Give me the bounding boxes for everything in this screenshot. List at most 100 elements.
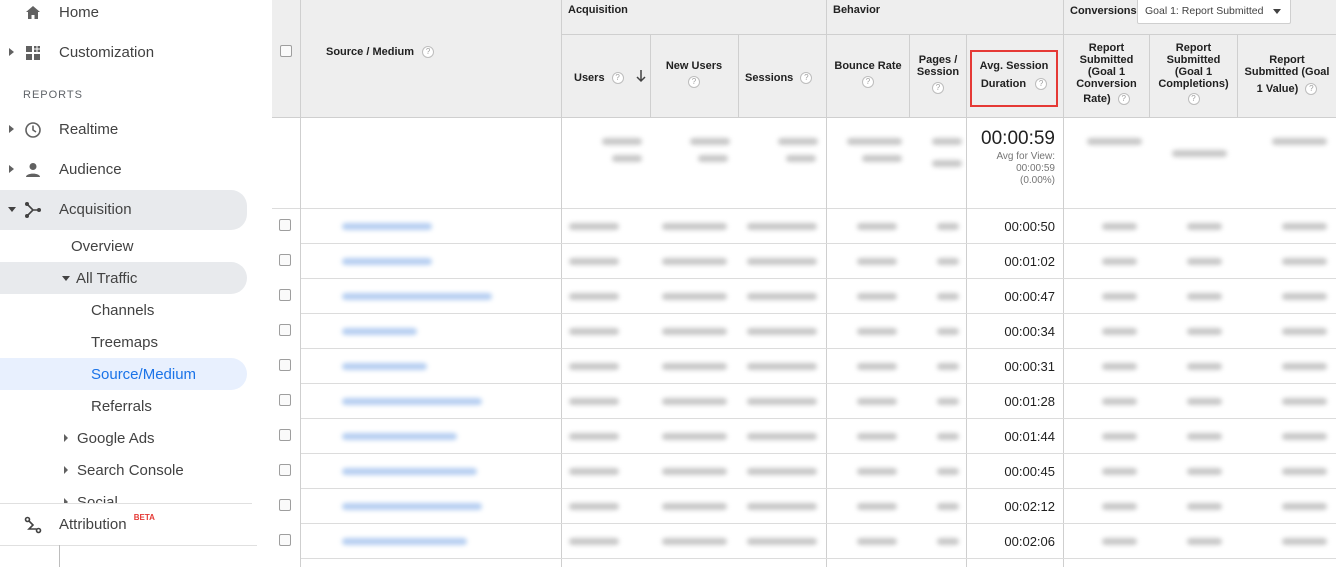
redacted-source-link[interactable] (342, 223, 432, 230)
col-header-conv-line4: Conversion (1076, 78, 1137, 90)
redacted-value (1102, 433, 1137, 440)
redacted-value (1187, 363, 1222, 370)
col-header-comp-line1: Report (1175, 42, 1212, 54)
nav-treemaps[interactable]: Treemaps (91, 326, 158, 358)
sort-descending-icon[interactable] (636, 69, 646, 83)
table-row[interactable]: 00:00:31 (272, 349, 1336, 384)
nav-google-ads[interactable]: Google Ads (64, 422, 155, 454)
help-icon[interactable]: ? (611, 72, 624, 85)
nav-customization[interactable]: Customization (0, 37, 272, 69)
redacted-value (1282, 538, 1327, 545)
help-icon[interactable]: ? (688, 76, 700, 88)
redacted-value (1187, 468, 1222, 475)
redacted-source-link[interactable] (342, 503, 482, 510)
table-row[interactable]: 00:00:45 (272, 454, 1336, 489)
help-icon[interactable]: ? (800, 72, 813, 85)
nav-audience[interactable]: Audience (0, 154, 272, 186)
col-header-conv-line5: Rate) (1083, 93, 1111, 105)
nav-acquisition[interactable]: Acquisition (0, 194, 247, 226)
nav-overview[interactable]: Overview (71, 230, 134, 262)
redacted-source-link[interactable] (342, 538, 467, 545)
help-icon[interactable]: ? (422, 46, 435, 59)
row-avg-session-duration: 00:00:31 (1004, 359, 1055, 374)
help-icon[interactable]: ? (862, 76, 874, 88)
help-icon[interactable]: ? (1187, 93, 1200, 105)
totals-avg-for-view-pct: (0.00%) (1019, 175, 1055, 186)
redacted-source-link[interactable] (342, 468, 477, 475)
row-checkbox[interactable] (279, 359, 291, 371)
col-header-conversion-rate[interactable]: Report Submitted (Goal 1 Conversion Rate… (1064, 42, 1149, 106)
chevron-down-icon (1273, 9, 1281, 14)
col-header-pages-session[interactable]: Pages / Session ? (910, 54, 966, 94)
redacted-value (1187, 258, 1222, 265)
nav-social[interactable]: Social (64, 486, 118, 504)
table-row[interactable]: 00:00:47 (272, 279, 1336, 314)
table-row[interactable]: 00:01:28 (272, 384, 1336, 419)
col-header-bounce-rate[interactable]: Bounce Rate ? (827, 60, 909, 88)
redacted-source-link[interactable] (342, 293, 492, 300)
row-checkbox[interactable] (279, 534, 291, 546)
totals-row (272, 118, 1336, 208)
help-icon[interactable]: ? (1117, 93, 1130, 106)
col-header-conv-line2: Submitted (1079, 54, 1134, 66)
row-checkbox[interactable] (279, 464, 291, 476)
col-header-users[interactable]: Users ? (574, 72, 624, 85)
col-header-source-medium[interactable]: Source / Medium ? (326, 46, 435, 59)
nav-source-medium[interactable]: Source/Medium (91, 358, 196, 390)
nav-home[interactable]: Home (0, 0, 272, 29)
redacted-value (937, 503, 959, 510)
col-header-sessions[interactable]: Sessions ? (745, 72, 813, 85)
redacted-value (937, 398, 959, 405)
row-checkbox[interactable] (279, 429, 291, 441)
table-row[interactable]: 00:01:44 (272, 419, 1336, 454)
redacted-value (662, 363, 727, 370)
redacted-value (1282, 503, 1327, 510)
header-bottom-divider (272, 117, 1336, 118)
row-checkbox[interactable] (279, 394, 291, 406)
nav-search-console[interactable]: Search Console (64, 454, 184, 486)
goal-select-value: Goal 1: Report Submitted (1145, 5, 1264, 17)
table-row[interactable]: 00:00:50 (272, 209, 1336, 244)
row-avg-session-duration: 00:01:44 (1004, 429, 1055, 444)
row-checkbox[interactable] (279, 499, 291, 511)
select-all-checkbox[interactable] (280, 45, 292, 57)
redacted-value (747, 363, 817, 370)
goal-select-dropdown[interactable]: Goal 1: Report Submitted (1137, 0, 1291, 24)
row-avg-session-duration: 00:01:28 (1004, 394, 1055, 409)
col-header-goal-value[interactable]: Report Submitted (Goal 1 Value) ? (1238, 54, 1336, 96)
redacted-source-link[interactable] (342, 258, 432, 265)
table-row[interactable]: 00:02:06 (272, 524, 1336, 559)
redacted-source-link[interactable] (342, 363, 427, 370)
row-avg-session-duration: 00:01:02 (1004, 254, 1055, 269)
row-checkbox[interactable] (279, 324, 291, 336)
nav-channels[interactable]: Channels (91, 294, 154, 326)
col-header-completions[interactable]: Report Submitted (Goal 1 Completions) ? (1150, 42, 1237, 105)
col-header-new-users[interactable]: New Users ? (651, 60, 737, 88)
redacted-value (747, 538, 817, 545)
help-icon[interactable]: ? (1305, 83, 1318, 96)
redacted-value (937, 538, 959, 545)
table-row[interactable]: 00:00:34 (272, 314, 1336, 349)
nav-realtime[interactable]: Realtime (0, 114, 272, 146)
help-icon[interactable]: ? (932, 82, 944, 94)
nav-attribution[interactable]: Attribution BETA (0, 509, 272, 541)
redacted-source-link[interactable] (342, 328, 417, 335)
nav-google-ads-label: Google Ads (77, 429, 155, 447)
redacted-source-link[interactable] (342, 433, 457, 440)
highlight-box (970, 50, 1058, 107)
redacted-value (1187, 398, 1222, 405)
redacted-source-link[interactable] (342, 398, 482, 405)
redacted-value (662, 258, 727, 265)
nav-referrals[interactable]: Referrals (91, 390, 152, 422)
redacted-value (747, 328, 817, 335)
nav-all-traffic[interactable]: All Traffic (62, 262, 137, 294)
redacted-value (857, 293, 897, 300)
row-checkbox[interactable] (279, 219, 291, 231)
table-row[interactable]: 00:02:12 (272, 489, 1336, 524)
blurred-total (778, 138, 818, 145)
redacted-value (857, 538, 897, 545)
row-avg-session-duration: 00:00:47 (1004, 289, 1055, 304)
row-checkbox[interactable] (279, 289, 291, 301)
table-row[interactable]: 00:01:02 (272, 244, 1336, 279)
row-checkbox[interactable] (279, 254, 291, 266)
